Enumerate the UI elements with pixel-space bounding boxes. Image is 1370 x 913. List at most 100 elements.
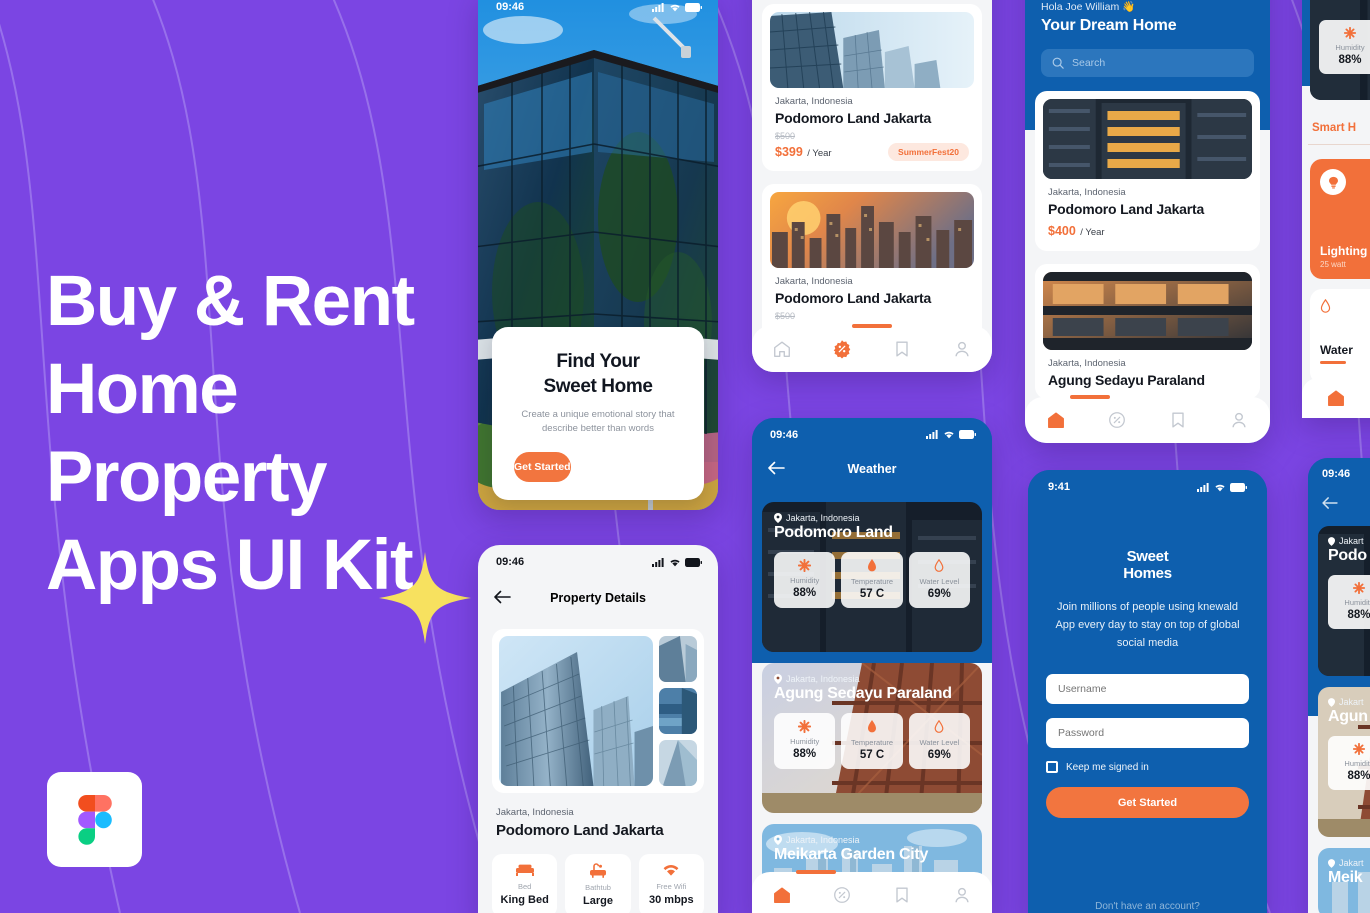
get-started-button[interactable]: Get Started	[1046, 787, 1249, 818]
listing-price-unit: / Year	[807, 148, 832, 159]
tab-home[interactable]	[1046, 410, 1066, 430]
bookmark-icon	[1172, 412, 1184, 428]
back-button[interactable]	[1322, 496, 1370, 514]
details-navbar: Property Details	[478, 581, 718, 615]
listing-price: $400	[1048, 224, 1076, 238]
weather-property-name: Meikarta Garden City	[774, 846, 929, 863]
tab-deals[interactable]	[832, 885, 852, 905]
pin-icon	[1328, 858, 1335, 868]
listing-price-unit: / Year	[1080, 227, 1105, 238]
tab-indicator	[852, 324, 892, 328]
weather-stat-value: 57 C	[859, 588, 885, 600]
weather-stat: Humidity 88%	[774, 552, 836, 608]
modern-tower-photo	[770, 12, 974, 88]
discount-badge-icon	[833, 340, 851, 359]
water-drop-icon	[1320, 298, 1331, 313]
battery-full-icon	[959, 430, 976, 439]
bed-icon	[515, 864, 534, 876]
status-time: 09:46	[496, 1, 525, 13]
promo-badge[interactable]: SummerFest20	[888, 143, 969, 161]
weather-stat: Temperature 57 C	[841, 552, 903, 608]
phone-property-listing: Jakarta, Indonesia Podomoro Land Jakarta…	[752, 0, 992, 372]
weather-card[interactable]: Jakart Meik	[1318, 848, 1370, 913]
weather-location: Jakarta, Indonesia	[774, 513, 970, 523]
weather-property-name: Agung Sedayu Paraland	[774, 685, 952, 702]
weather-title: Weather	[847, 462, 897, 476]
amenity-card: Bed King Bed	[492, 854, 558, 913]
cellular-signal-icon	[652, 557, 664, 567]
signup-link[interactable]: Don't have an account?	[1028, 901, 1267, 912]
arrow-left-icon	[1322, 497, 1338, 509]
home-listing-card[interactable]: Jakarta, Indonesia Agung Sedayu Paraland	[1035, 264, 1260, 399]
cellular-signal-icon	[926, 430, 938, 439]
get-started-button[interactable]: Get Started	[514, 452, 571, 482]
lamp-toggle[interactable]	[1320, 169, 1346, 195]
tab-home[interactable]	[772, 339, 792, 359]
tab-bookmarks[interactable]	[892, 339, 912, 359]
listing-price-old: $500	[775, 311, 796, 321]
gallery-thumb-2[interactable]	[659, 688, 697, 734]
listing-photo	[1043, 272, 1252, 350]
back-button[interactable]	[768, 461, 785, 478]
smart-home-tile-lighting[interactable]: Lighting 25 watt	[1310, 159, 1370, 279]
battery-full-icon	[685, 2, 702, 12]
phone-weather: 09:46 Weather Jakarta, Indonesia Podomor…	[752, 418, 992, 913]
arrow-left-icon	[768, 461, 785, 475]
smart-home-tile-water[interactable]: Water	[1310, 289, 1370, 384]
tab-profile[interactable]	[952, 885, 972, 905]
password-field[interactable]	[1046, 718, 1249, 748]
tab-profile[interactable]	[952, 339, 972, 359]
keep-signed-in-checkbox[interactable]	[1046, 761, 1058, 773]
battery-full-icon	[1230, 482, 1247, 492]
weather-stat: Humidity 88%	[1328, 736, 1370, 790]
weather-location-label: Jakarta, Indonesia	[786, 674, 860, 684]
status-bar: 09:46	[478, 0, 718, 16]
amenities-row: Bed King Bed Bathtub Large Free Wifi 30 …	[492, 854, 704, 913]
weather-stat: Humidity 88%	[1319, 20, 1370, 74]
home-icon[interactable]	[1326, 388, 1346, 408]
weather-stats: Humidity 88% Temperature 57 C Water Leve…	[774, 713, 970, 769]
listing-price: $399	[775, 145, 803, 159]
onboarding-subtitle: Create a unique emotional story that des…	[521, 409, 675, 434]
discount-badge-icon	[834, 887, 850, 903]
tab-profile[interactable]	[1229, 410, 1249, 430]
wifi-icon	[670, 4, 680, 11]
listing-location: Jakarta, Indonesia	[775, 96, 853, 107]
weather-stat-label: Temperature	[850, 738, 894, 747]
back-button[interactable]	[494, 590, 511, 607]
search-input[interactable]: Search	[1041, 49, 1254, 77]
tab-home[interactable]	[772, 885, 792, 905]
gallery-thumb-1[interactable]	[659, 636, 697, 682]
person-icon	[955, 341, 969, 357]
tab-bookmarks[interactable]	[892, 885, 912, 905]
weather-stat-value: 57 C	[859, 749, 885, 761]
weather-card[interactable]: Jakarta, Indonesia Podomoro Land Humidit…	[762, 502, 982, 652]
home-listing-card[interactable]: Jakarta, Indonesia Podomoro Land Jakarta…	[1035, 91, 1260, 251]
amenity-label: Bed	[517, 882, 532, 891]
keep-signed-in-row[interactable]: Keep me signed in	[1046, 761, 1249, 773]
temperature-icon	[867, 720, 876, 733]
gallery-thumb-3[interactable]	[659, 740, 697, 786]
tab-bookmarks[interactable]	[1168, 410, 1188, 430]
username-field[interactable]	[1046, 674, 1249, 704]
amenity-value: 30 mbps	[649, 894, 694, 906]
gallery-main-photo[interactable]	[499, 636, 653, 786]
battery-full-icon	[685, 557, 702, 567]
weather-location: Jakart	[1328, 536, 1370, 546]
weather-card[interactable]: Jakarta, Indonesia Agung Sedayu Paraland…	[762, 663, 982, 813]
search-placeholder: Search	[1072, 57, 1106, 69]
tab-deals[interactable]	[1107, 410, 1127, 430]
listing-card[interactable]: Jakarta, Indonesia Podomoro Land Jakarta…	[762, 4, 982, 171]
weather-location: Jakarta, Indonesia	[774, 674, 970, 684]
smart-tile-name: Lighting	[1320, 244, 1368, 258]
amenity-value: Large	[583, 895, 613, 907]
weather-card[interactable]: Jakart Podo Humidity 88%	[1318, 526, 1370, 676]
weather-location-label: Jakart	[1339, 697, 1364, 707]
app-brand: Sweet Homes	[1046, 548, 1249, 582]
bottom-tab-bar	[1302, 378, 1370, 418]
phone-weather-partial: 09:46 Jakart Podo Humidit 88% Jakart Agu…	[1308, 458, 1370, 913]
tab-deals[interactable]	[832, 339, 852, 359]
weather-stat-label: Humidity	[790, 576, 820, 585]
weather-stat: Humidity 88%	[1328, 575, 1370, 629]
weather-card[interactable]: Jakart Agun Humidity 88%	[1318, 687, 1370, 837]
